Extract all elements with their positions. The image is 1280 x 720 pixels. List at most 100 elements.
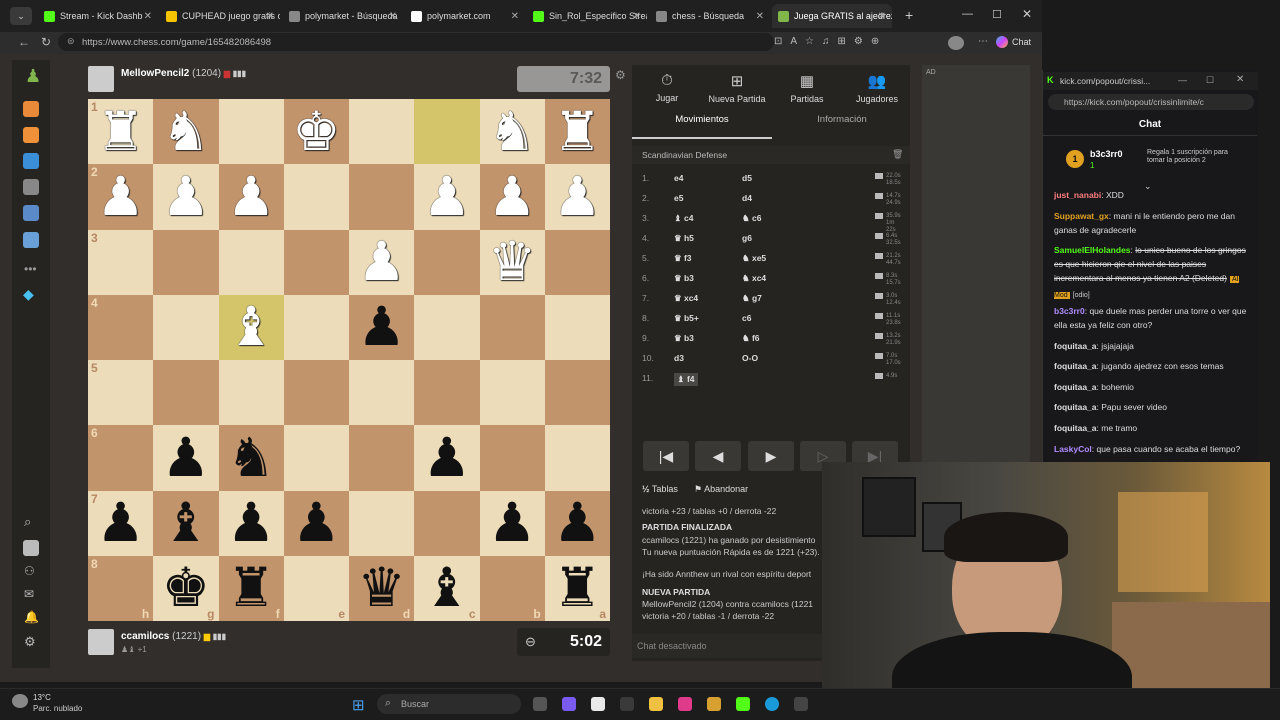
board-square[interactable] [544, 360, 610, 426]
board-square[interactable]: ♟ [218, 490, 284, 556]
white-move[interactable]: d3 [674, 353, 684, 363]
black-king-icon[interactable]: ♚ [162, 561, 210, 615]
board-square[interactable]: ♟ [544, 490, 610, 556]
board-square[interactable] [349, 164, 415, 230]
white-rook-icon[interactable]: ♜ [96, 104, 144, 159]
board-square[interactable] [153, 360, 219, 426]
edge-browser-icon[interactable] [765, 697, 779, 711]
notifications-icon[interactable]: 🔔 [24, 610, 39, 624]
close-window-button[interactable]: ✕ [1022, 7, 1032, 21]
watch-icon[interactable] [23, 179, 39, 195]
close-tab-icon[interactable]: ✕ [633, 11, 641, 22]
chess-logo-icon[interactable]: ♟ [25, 66, 41, 87]
black-move[interactable]: ♞ xc4 [742, 273, 766, 284]
white-knight-icon[interactable]: ♞ [488, 104, 536, 159]
board-square[interactable] [544, 229, 610, 295]
board-square[interactable]: ♞ [153, 99, 219, 165]
settings-gear-icon[interactable]: ⚙ [24, 634, 36, 650]
tab-games[interactable]: ▦ Partidas [772, 72, 842, 104]
board-square[interactable]: 3 [88, 229, 154, 295]
start-windows-icon[interactable]: ⊞ [352, 696, 365, 714]
copilot-chat-button[interactable]: Chat [996, 36, 1031, 48]
board-square[interactable]: ♝ [218, 294, 284, 360]
white-pawn-icon[interactable]: ♟ [357, 235, 405, 289]
black-pawn-icon[interactable]: ♟ [96, 496, 144, 550]
kick-close-button[interactable]: ✕ [1236, 74, 1244, 85]
chat-username[interactable]: LaskyCol [1054, 444, 1092, 454]
puzzles-icon[interactable] [23, 101, 39, 117]
board-square[interactable] [283, 229, 349, 295]
black-bishop-icon[interactable]: ♝ [162, 496, 210, 550]
black-pawn-icon[interactable]: ♟ [292, 496, 340, 550]
black-queen-icon[interactable]: ♛ [357, 561, 405, 615]
white-pawn-icon[interactable]: ♟ [162, 169, 210, 224]
white-pawn-icon[interactable]: ♟ [96, 169, 144, 224]
board-square[interactable]: b [479, 555, 545, 621]
board-square[interactable] [283, 425, 349, 491]
copilot-taskbar-icon[interactable] [562, 697, 576, 711]
black-move[interactable]: d5 [742, 173, 752, 183]
board-square[interactable]: ♛ [479, 229, 545, 295]
white-move[interactable]: e5 [674, 193, 683, 203]
minimize-button[interactable]: — [962, 8, 973, 20]
board-square[interactable] [283, 294, 349, 360]
board-square[interactable]: ♟ [414, 164, 480, 230]
first-move-button[interactable]: |◀ [643, 441, 689, 471]
tab-chess-active[interactable]: Juega GRATIS al ajedrez ✕ [772, 4, 892, 28]
white-rook-icon[interactable]: ♜ [553, 104, 601, 159]
board-square[interactable] [479, 425, 545, 491]
white-move[interactable]: e4 [674, 173, 683, 183]
tab-sin-rol[interactable]: Sin_Rol_Especifico Strea ✕ [527, 4, 647, 28]
black-pawn-icon[interactable]: ♟ [227, 496, 275, 550]
board-square[interactable]: ♚ [283, 99, 349, 165]
white-pawn-icon[interactable]: ♟ [553, 169, 601, 224]
board-square[interactable]: ♟ [479, 164, 545, 230]
new-tab-button[interactable]: + [905, 7, 913, 23]
search-icon[interactable]: ⌕ [24, 514, 31, 530]
board-square[interactable]: ♟ [218, 164, 284, 230]
board-square[interactable]: 6 [88, 425, 154, 491]
board-square[interactable]: ♟ [153, 164, 219, 230]
chat-username[interactable]: foquitaa_a [1054, 361, 1097, 371]
white-pawn-icon[interactable]: ♟ [488, 169, 536, 224]
refresh-icon[interactable]: ↻ [41, 35, 51, 49]
board-square[interactable] [218, 229, 284, 295]
white-pawn-icon[interactable]: ♟ [423, 169, 471, 224]
tab-moves[interactable]: Movimientos [632, 114, 772, 125]
chat-username[interactable]: foquitaa_a [1054, 402, 1097, 412]
kick-minimize-button[interactable]: — [1178, 75, 1187, 85]
board-square[interactable]: ♟ [349, 229, 415, 295]
black-move[interactable]: ♞ c6 [742, 213, 761, 224]
board-square[interactable]: e [283, 555, 349, 621]
board-square[interactable]: ♜ a [544, 555, 610, 621]
board-square[interactable]: 8h [88, 555, 154, 621]
board-square[interactable]: ♟ [414, 425, 480, 491]
store-icon[interactable] [794, 697, 808, 711]
task-view-icon[interactable] [533, 697, 547, 711]
board-square[interactable]: ♚ g [153, 555, 219, 621]
close-tab-icon[interactable]: ✕ [511, 11, 519, 22]
tab-cuphead[interactable]: CUPHEAD juego gratis c ✕ [160, 4, 280, 28]
white-move[interactable]: ♛ h5 [674, 233, 694, 244]
board-square[interactable] [479, 294, 545, 360]
kick-maximize-button[interactable]: ☐ [1206, 75, 1214, 86]
board-square[interactable] [153, 229, 219, 295]
white-queen-icon[interactable]: ♛ [488, 235, 536, 289]
close-tab-icon[interactable]: ✕ [266, 11, 274, 22]
board-square[interactable] [349, 425, 415, 491]
board-square[interactable] [414, 99, 480, 165]
bottom-player-info[interactable]: ccamilocs (1221) ▆ ▮▮▮ [121, 631, 226, 642]
social-icon[interactable] [23, 232, 39, 248]
url-field[interactable]: ⊜ https://www.chess.com/game/16548208649… [58, 33, 774, 51]
board-square[interactable]: ♞ [218, 425, 284, 491]
tab-info[interactable]: Información [772, 114, 912, 125]
board-square[interactable]: ♟ [283, 490, 349, 556]
board-square[interactable]: ♝ [153, 490, 219, 556]
board-square[interactable] [414, 360, 480, 426]
white-pawn-icon[interactable]: ♟ [227, 169, 275, 224]
board-square[interactable]: 4 [88, 294, 154, 360]
board-square[interactable] [349, 99, 415, 165]
board-square[interactable] [479, 360, 545, 426]
board-square[interactable] [544, 425, 610, 491]
black-move[interactable]: O-O [742, 353, 758, 363]
